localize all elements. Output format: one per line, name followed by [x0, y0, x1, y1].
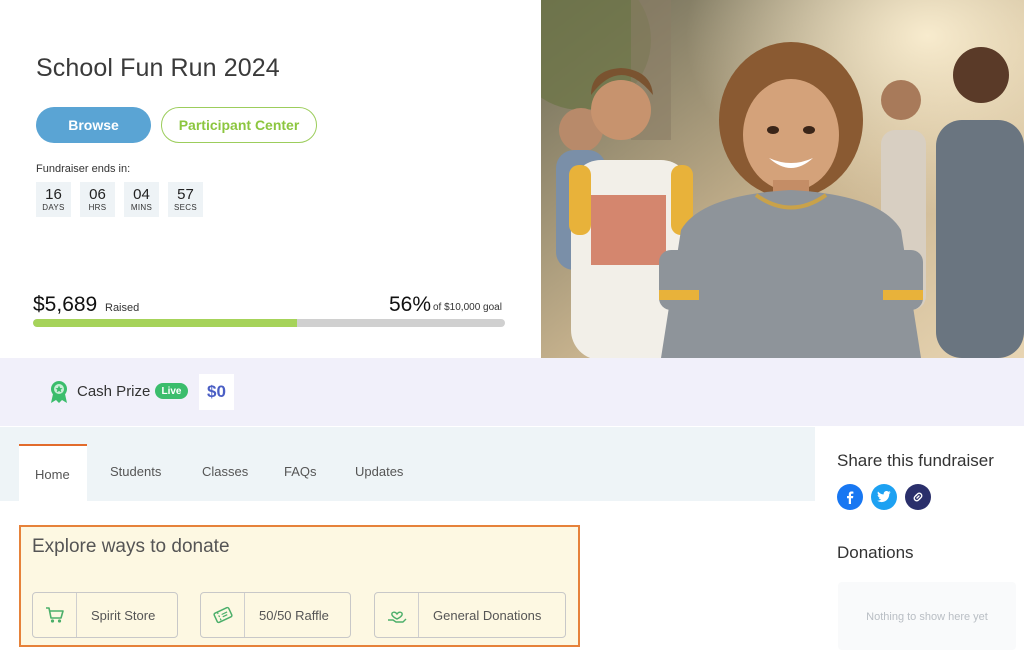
raffle-ticket-icon: [201, 593, 245, 637]
live-badge: Live: [155, 383, 188, 399]
participant-center-button[interactable]: Participant Center: [161, 107, 317, 143]
progress-bar-fill: [33, 319, 298, 327]
countdown-hours: 06 HRS: [80, 182, 115, 217]
raised-amount: $5,689: [33, 293, 98, 316]
countdown-days: 16 DAYS: [36, 182, 71, 217]
hero-photo: [541, 0, 1024, 358]
countdown-minutes: 04 MINS: [124, 182, 159, 217]
award-ribbon-icon: [48, 380, 70, 409]
general-donations-button[interactable]: General Donations: [374, 592, 566, 638]
countdown-value: 06: [89, 186, 106, 203]
raffle-button[interactable]: 50/50 Raffle: [200, 592, 351, 638]
tab-faqs[interactable]: FAQs: [284, 464, 317, 479]
tab-classes[interactable]: Classes: [202, 464, 248, 479]
tab-home[interactable]: Home: [35, 467, 70, 482]
page-title: School Fun Run 2024: [36, 54, 280, 82]
spirit-store-button[interactable]: Spirit Store: [32, 592, 178, 638]
countdown-value: 57: [177, 186, 194, 203]
twitter-icon[interactable]: [871, 484, 897, 510]
shopping-cart-icon: [33, 593, 77, 637]
runners-photo-illustration: [541, 0, 1024, 358]
countdown-value: 16: [45, 186, 62, 203]
raised-label: Raised: [105, 302, 140, 314]
goal-text: of $10,000 goal: [433, 302, 502, 313]
progress-bar: [33, 319, 505, 327]
heart-hand-icon: [375, 593, 419, 637]
share-title: Share this fundraiser: [837, 451, 994, 470]
link-icon[interactable]: [905, 484, 931, 510]
browse-button[interactable]: Browse: [36, 107, 151, 143]
cash-prize-band: [0, 358, 1024, 426]
countdown: 16 DAYS 06 HRS 04 MINS 57 SECS: [36, 182, 203, 217]
countdown-label: Fundraiser ends in:: [36, 163, 131, 175]
countdown-seconds: 57 SECS: [168, 182, 203, 217]
tab-updates[interactable]: Updates: [355, 464, 403, 479]
tab-students[interactable]: Students: [110, 464, 161, 479]
progress-percent: 56%: [389, 293, 432, 316]
countdown-unit: SECS: [174, 203, 197, 212]
countdown-unit: MINS: [130, 203, 153, 212]
general-donations-label: General Donations: [433, 607, 542, 623]
countdown-unit: HRS: [88, 203, 107, 212]
spirit-store-label: Spirit Store: [91, 607, 156, 623]
facebook-icon[interactable]: [837, 484, 863, 510]
cash-prize-label: Cash Prize: [77, 383, 151, 400]
raffle-label: 50/50 Raffle: [259, 607, 329, 623]
donations-empty-text: Nothing to show here yet: [866, 611, 988, 623]
cash-prize-amount: $0: [199, 374, 234, 410]
donations-title: Donations: [837, 543, 914, 562]
countdown-value: 04: [133, 186, 150, 203]
countdown-unit: DAYS: [42, 203, 65, 212]
explore-title: Explore ways to donate: [32, 536, 230, 557]
